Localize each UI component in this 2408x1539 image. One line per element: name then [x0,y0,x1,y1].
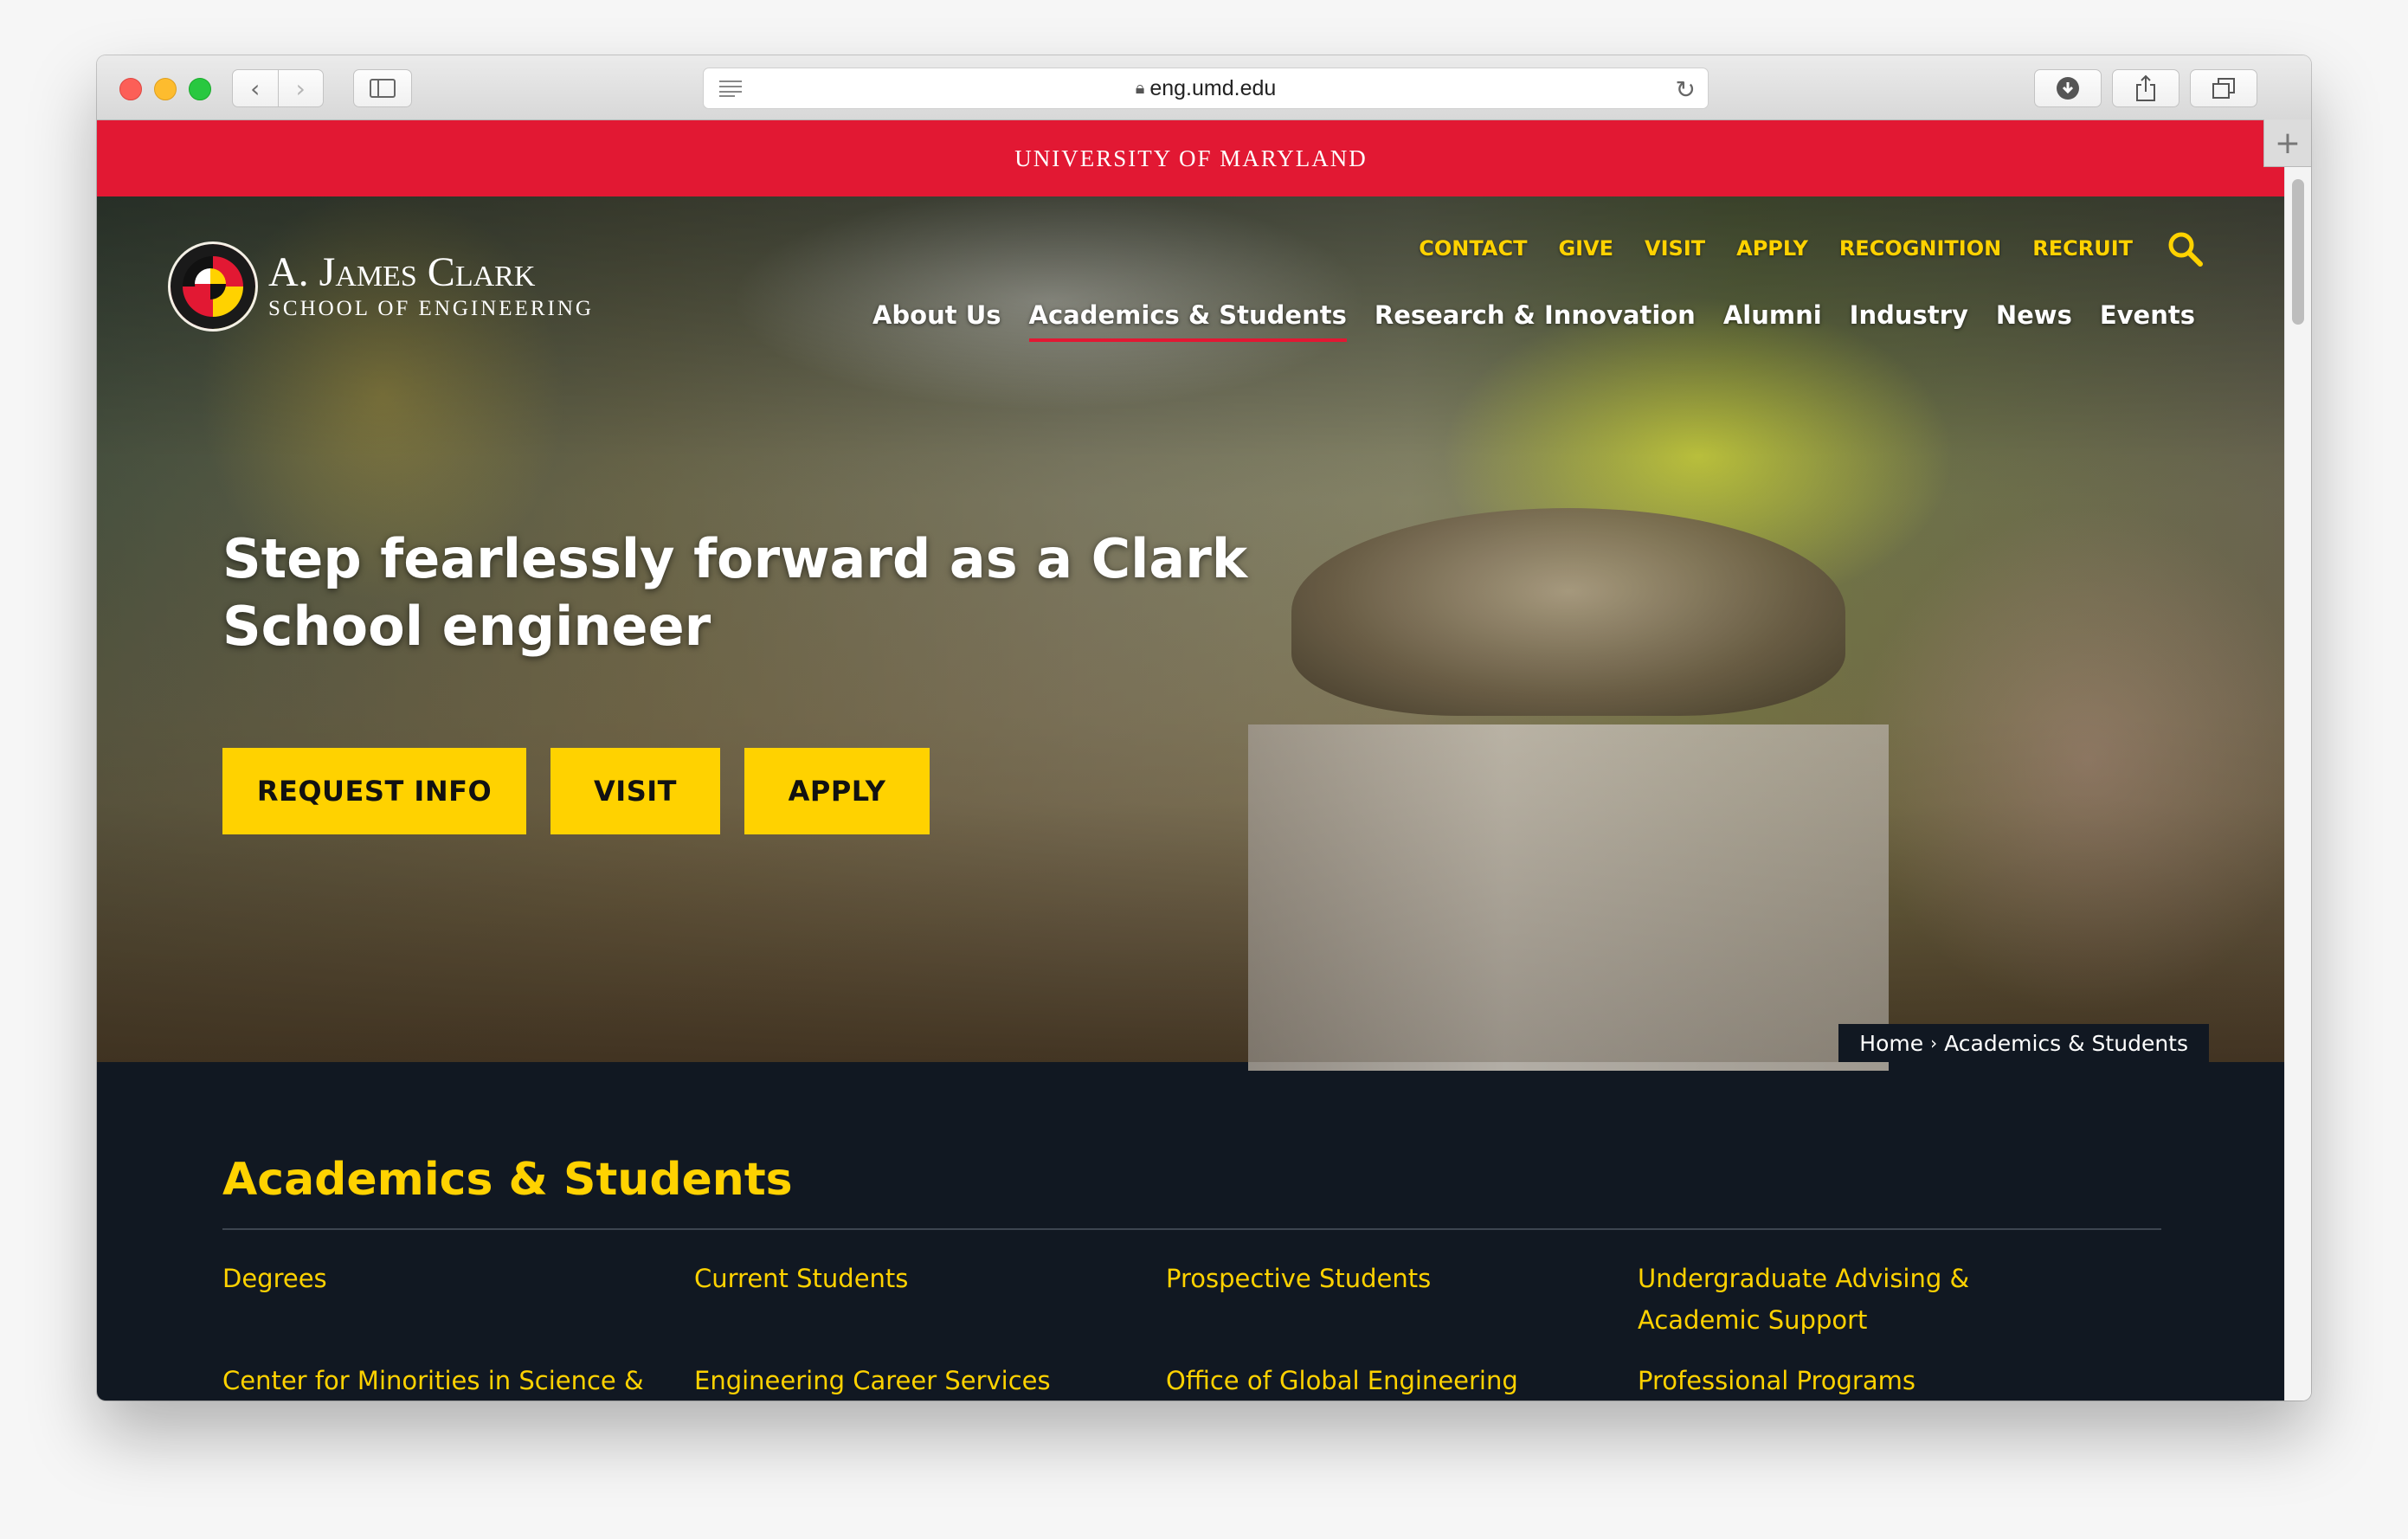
utility-nav: CONTACT GIVE VISIT APPLY RECOGNITION REC… [1387,229,2204,267]
hero-section: A. James Clark SCHOOL OF ENGINEERING CON… [97,196,2285,1071]
link-degrees[interactable]: Degrees [222,1258,694,1341]
page-scrollbar[interactable] [2284,120,2311,1401]
browser-toolbar: ‹ › 🔒︎ eng.umd.edu ↻ [97,55,2311,120]
link-undergraduate-advising[interactable]: Undergraduate Advising & Academic Suppor… [1638,1258,2109,1341]
university-banner[interactable]: UNIVERSITY OF MARYLAND [97,120,2285,196]
reload-icon[interactable]: ↻ [1676,75,1696,104]
link-global-leadership[interactable]: Office of Global Engineering Leadership [1166,1360,1638,1401]
breadcrumb-current: Academics & Students [1944,1030,2188,1056]
address-bar[interactable]: 🔒︎ eng.umd.edu ↻ [703,68,1709,109]
visit-button[interactable]: VISIT [550,748,720,834]
request-info-button[interactable]: REQUEST INFO [222,748,526,834]
section-divider [222,1228,2161,1230]
academics-section: Academics & Students Degrees Current Stu… [222,1062,2161,1401]
minimize-window-button[interactable] [154,78,177,100]
util-link-contact[interactable]: CONTACT [1419,236,1527,261]
hero-cta-row: REQUEST INFO VISIT APPLY [222,748,954,834]
close-window-button[interactable] [119,78,142,100]
tab-overview-button[interactable] [2190,69,2257,107]
link-career-services[interactable]: Engineering Career Services [694,1360,1166,1401]
section-links: Degrees Current Students Prospective Stu… [222,1258,2161,1401]
maximize-window-button[interactable] [189,78,211,100]
breadcrumb-home[interactable]: Home [1859,1031,1923,1056]
plus-icon: + [2274,125,2302,161]
share-icon [2136,74,2155,101]
new-tab-button[interactable]: + [2263,119,2311,167]
link-prospective-students[interactable]: Prospective Students [1166,1258,1638,1341]
nav-about-us[interactable]: About Us [872,300,1001,342]
link-center-for-minorities[interactable]: Center for Minorities in Science & [222,1360,694,1401]
util-link-visit[interactable]: VISIT [1645,236,1705,261]
tabs-icon [2212,78,2235,99]
link-current-students[interactable]: Current Students [694,1258,1166,1341]
nav-news[interactable]: News [1996,300,2072,342]
breadcrumb-separator: › [1930,1033,1938,1053]
share-button[interactable] [2112,69,2179,107]
history-nav: ‹ › [232,69,324,107]
site-logo[interactable]: A. James Clark SCHOOL OF ENGINEERING [168,241,594,332]
logo-name: A. James Clark [268,249,536,295]
download-icon [2057,77,2079,100]
browser-window: ‹ › 🔒︎ eng.umd.edu ↻ UNIVERSITY OF MARYL… [97,55,2311,1401]
hero-headline-line2: School engineer [222,595,711,658]
scrollbar-thumb[interactable] [2292,179,2304,325]
sidebar-button[interactable] [353,69,412,107]
umd-seal-icon [168,241,258,332]
web-page: UNIVERSITY OF MARYLAND A. James Clark SC… [97,120,2285,1401]
nav-events[interactable]: Events [2100,300,2195,342]
util-link-give[interactable]: GIVE [1558,236,1613,261]
downloads-button[interactable] [2034,69,2102,107]
link-professional-programs[interactable]: Professional Programs [1638,1360,2109,1401]
nav-academics-students[interactable]: Academics & Students [1028,300,1347,342]
hero-headline: Step fearlessly forward as a Clark Schoo… [222,525,1348,660]
logo-school: SCHOOL OF ENGINEERING [268,297,594,320]
breadcrumb: Home › Academics & Students [1838,1024,2209,1062]
util-link-apply[interactable]: APPLY [1736,236,1808,261]
nav-industry[interactable]: Industry [1850,300,1968,342]
nav-research-innovation[interactable]: Research & Innovation [1375,300,1696,342]
section-title: Academics & Students [222,1154,793,1206]
lock-icon: 🔒︎ [1135,79,1145,98]
sidebar-icon [370,79,396,98]
back-icon[interactable]: ‹ [233,70,278,106]
url-display: 🔒︎ eng.umd.edu [704,68,1708,108]
main-nav: About Us Academics & Students Research &… [845,300,2195,342]
util-link-recruit[interactable]: RECRUIT [2032,236,2133,261]
logo-text: A. James Clark SCHOOL OF ENGINEERING [268,252,594,321]
forward-icon[interactable]: › [277,70,324,106]
nav-alumni[interactable]: Alumni [1723,300,1822,342]
util-link-recognition[interactable]: RECOGNITION [1839,236,2001,261]
apply-button[interactable]: APPLY [744,748,930,834]
url-text: eng.umd.edu [1149,76,1277,100]
search-icon[interactable] [2166,229,2204,267]
hero-headline-line1: Step fearlessly forward as a Clark [222,527,1248,590]
